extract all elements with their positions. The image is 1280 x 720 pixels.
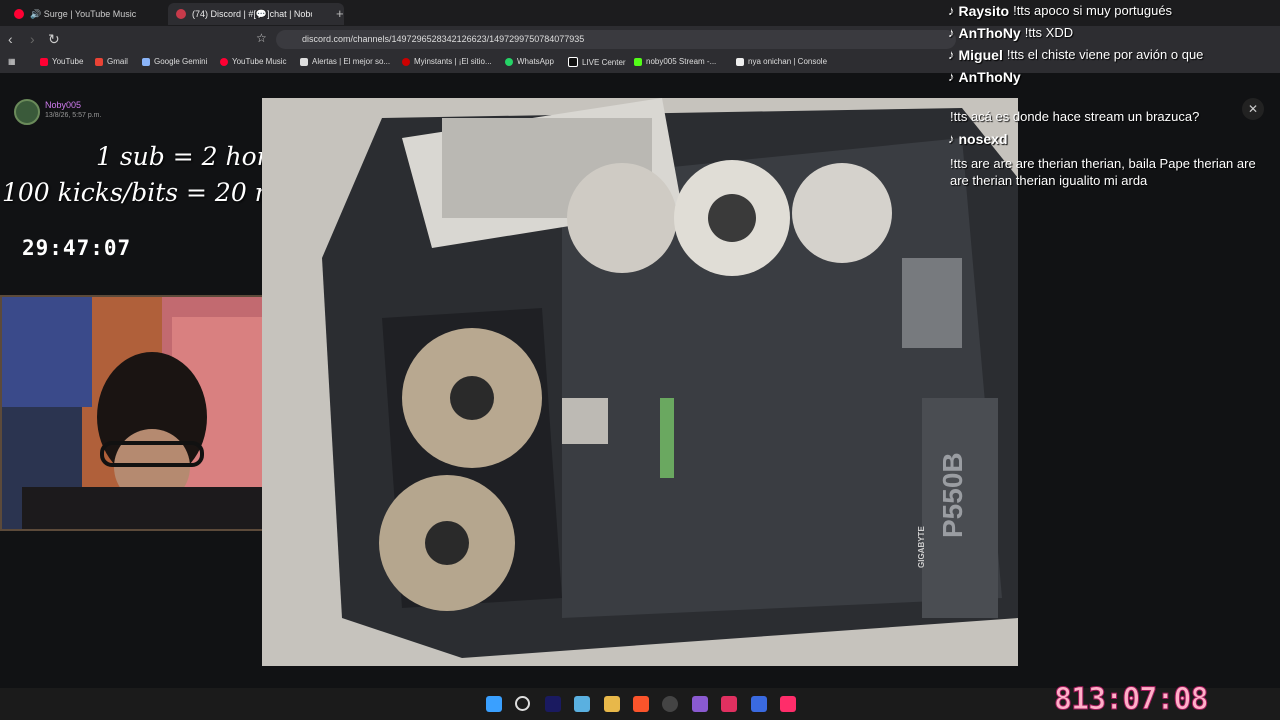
message-username[interactable]: Noby005	[45, 100, 81, 110]
alertas-icon	[300, 57, 308, 66]
bookmark-youtube-music[interactable]: YouTube Music	[220, 57, 287, 66]
pc-case-image: P550B GIGABYTE	[262, 98, 1018, 666]
tab-title: (74) Discord | #[💬]chat | Nobo	[192, 8, 312, 19]
youtube-icon	[40, 57, 48, 66]
tiktok-icon: ♪	[948, 3, 955, 18]
brave-icon[interactable]	[633, 696, 649, 712]
chat-username: nosexd	[958, 131, 1008, 147]
bookmark-noby-stream[interactable]: noby005 Stream -...	[634, 57, 716, 66]
tiktok-icon: ♪	[948, 69, 955, 84]
chat-message: ♪ Miguel !tts el chiste viene por avión …	[948, 47, 1278, 63]
avatar[interactable]	[14, 99, 40, 125]
gpu-brand-text: GIGABYTE	[917, 526, 926, 568]
gmail-icon	[95, 57, 103, 66]
chat-text: !tts acá es donde hace stream un brazuca…	[950, 109, 1200, 124]
new-tab-button[interactable]: +	[336, 6, 344, 21]
webcam-image	[2, 297, 282, 529]
chat-text: !tts XDD	[1024, 25, 1074, 40]
myinstants-icon	[402, 57, 410, 66]
chat-message: ♪ nosexd	[948, 131, 1008, 147]
tiktok-icon: ♪	[948, 131, 955, 146]
tiktok-icon: ♪	[948, 47, 955, 62]
subathon-timer: 29:47:07	[22, 236, 132, 260]
chat-username: AnThoNy	[958, 25, 1021, 41]
forward-icon[interactable]: ›	[30, 31, 35, 47]
kicks-rule-text: 100 kicks/bits = 20 min	[2, 178, 303, 207]
console-icon	[736, 57, 744, 66]
back-icon[interactable]: ‹	[8, 31, 13, 47]
webcam-feed	[0, 295, 284, 531]
stream-video: P550B GIGABYTE	[262, 98, 1018, 666]
chat-message: ♪ AnThoNy !tts XDD	[948, 25, 1278, 41]
bookmark-alertas[interactable]: Alertas | El mejor so...	[300, 57, 390, 66]
close-icon[interactable]: ✕	[1242, 98, 1264, 120]
bookmark-live-center[interactable]: LIVE Center	[568, 57, 626, 67]
reload-icon[interactable]: ↻	[48, 31, 60, 48]
premiere-icon[interactable]	[545, 696, 561, 712]
bookmark-icon[interactable]: ☆	[256, 31, 267, 45]
chat-message: ♪ Raysito !tts apoco si muy portugués	[948, 3, 1278, 19]
case-brand-text: P550B	[937, 452, 968, 538]
photos-icon[interactable]	[574, 696, 590, 712]
chat-username: AnThoNy	[958, 69, 1021, 85]
chat-text: !tts apoco si muy portugués	[1013, 3, 1173, 18]
chat-message: ♪ AnThoNy	[948, 69, 1278, 85]
chat-text: !tts are are are therian therian, baila …	[950, 156, 1256, 188]
discord-icon	[176, 9, 186, 19]
tab-discord[interactable]: (74) Discord | #[💬]chat | Nobo	[168, 3, 344, 25]
message-date: 13/8/26, 5:57 p.m.	[45, 112, 102, 119]
kick-icon	[634, 57, 642, 66]
tab-title: 🔊 Surge | YouTube Music	[30, 8, 137, 19]
tiktok-chat-overlay: ♪ Raysito !tts apoco si muy portugués ♪ …	[948, 3, 1278, 85]
youtube-music-icon	[220, 57, 228, 66]
file-explorer-icon[interactable]	[604, 696, 620, 712]
tiktok-icon: ♪	[948, 25, 955, 40]
bookmark-whatsapp[interactable]: WhatsApp	[505, 57, 554, 66]
app-icon[interactable]	[751, 696, 767, 712]
youtube-music-icon	[14, 9, 24, 19]
bookmark-console[interactable]: nya onichan | Console	[736, 57, 827, 66]
bookmark-myinstants[interactable]: Myinstants | ¡El sitio...	[402, 57, 492, 66]
tiktok-icon	[568, 57, 578, 67]
chat-username: Raysito	[958, 3, 1010, 19]
app-icon[interactable]	[721, 696, 737, 712]
bookmark-gemini[interactable]: Google Gemini	[142, 57, 207, 66]
subathon-clock: 813:07:08	[1054, 682, 1210, 718]
search-icon[interactable]	[515, 696, 530, 711]
tab-youtube-music[interactable]: 🔊 Surge | YouTube Music	[6, 3, 172, 25]
obs-icon[interactable]	[662, 696, 678, 712]
bookmark-gmail[interactable]: Gmail	[95, 57, 128, 66]
url-field[interactable]: discord.com/channels/1497296528342126623…	[276, 30, 956, 49]
app-icon[interactable]	[692, 696, 708, 712]
gemini-icon	[142, 57, 150, 66]
windows-start-icon[interactable]	[486, 696, 502, 712]
apps-icon[interactable]: ▦	[8, 57, 16, 66]
bookmark-youtube[interactable]: YouTube	[40, 57, 83, 66]
chat-text: !tts el chiste viene por avión o que	[1006, 47, 1204, 62]
whatsapp-icon	[505, 57, 513, 66]
tiktok-live-icon[interactable]	[780, 696, 796, 712]
chat-username: Miguel	[958, 47, 1003, 63]
